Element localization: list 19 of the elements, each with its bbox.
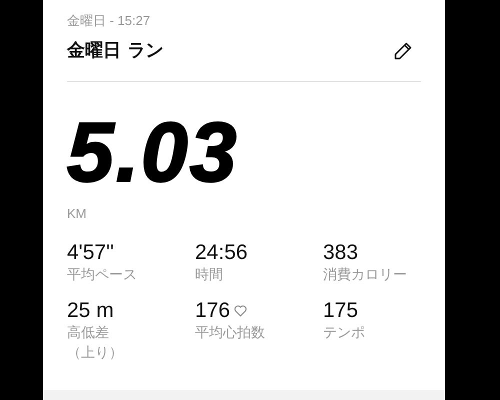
stat-value: 175 [323,299,358,323]
edit-button[interactable] [393,41,413,61]
stat-label: 時間 [195,266,224,285]
activity-date: 金曜日 - 15:27 [67,13,152,29]
pencil-icon [393,41,413,61]
stat-value: 24:56 [195,241,248,265]
stat-label: 高低差（上り） [67,324,124,363]
stat-label: テンポ [323,324,366,343]
stat-value: 383 [323,241,358,265]
stat-label: 消費カロリー [323,266,408,285]
distance-unit: KM [67,206,88,221]
stat-label: 平均ペース [67,266,138,285]
distance-value: 5.03 [67,112,240,192]
stat-label: 平均心拍数 [195,324,266,343]
stat-value: 176 [195,299,230,323]
activity-title: 金曜日 ラン [67,39,164,63]
stat-value: 4'57'' [67,241,114,265]
heart-icon [234,305,248,317]
stat-value: 25 m [67,299,114,323]
